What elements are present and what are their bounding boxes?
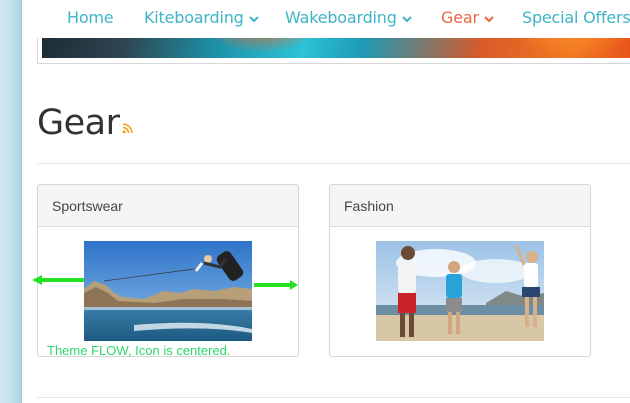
people-walking-beach-photo[interactable]	[376, 241, 544, 341]
page-title: Gear	[37, 103, 120, 143]
nav-item-label: Wakeboarding	[285, 8, 397, 27]
rss-icon[interactable]	[122, 121, 133, 134]
chevron-down-icon	[248, 13, 260, 25]
window-left-edge	[0, 0, 22, 403]
nav-item-kiteboarding[interactable]: Kiteboarding	[144, 8, 260, 27]
nav-item-label: Gear	[441, 8, 479, 27]
title-divider	[37, 163, 630, 164]
nav-item-home[interactable]: Home	[67, 8, 114, 27]
nav-item-label: Kiteboarding	[144, 8, 244, 27]
nav-item-label: Special Offers	[522, 8, 630, 27]
wakeboarder-jump-photo[interactable]	[84, 241, 252, 341]
card-title[interactable]: Sportswear	[38, 185, 298, 227]
category-card-fashion[interactable]: Fashion	[329, 184, 591, 357]
card-title[interactable]: Fashion	[330, 185, 590, 227]
chevron-down-icon	[483, 13, 495, 25]
chevron-down-icon	[401, 13, 413, 25]
nav-item-gear[interactable]: Gear	[441, 8, 495, 27]
nav-item-label: Home	[67, 8, 114, 27]
annotation-caption: Theme FLOW, Icon is centered.	[47, 343, 231, 358]
bottom-divider	[37, 397, 630, 398]
nav-item-special-offers[interactable]: Special Offers	[522, 8, 630, 27]
main-navigation: Home Kiteboarding Wakeboarding Gear Spec…	[22, 0, 630, 38]
nav-item-wakeboarding[interactable]: Wakeboarding	[285, 8, 413, 27]
category-card-sportswear[interactable]: Sportswear	[37, 184, 299, 357]
